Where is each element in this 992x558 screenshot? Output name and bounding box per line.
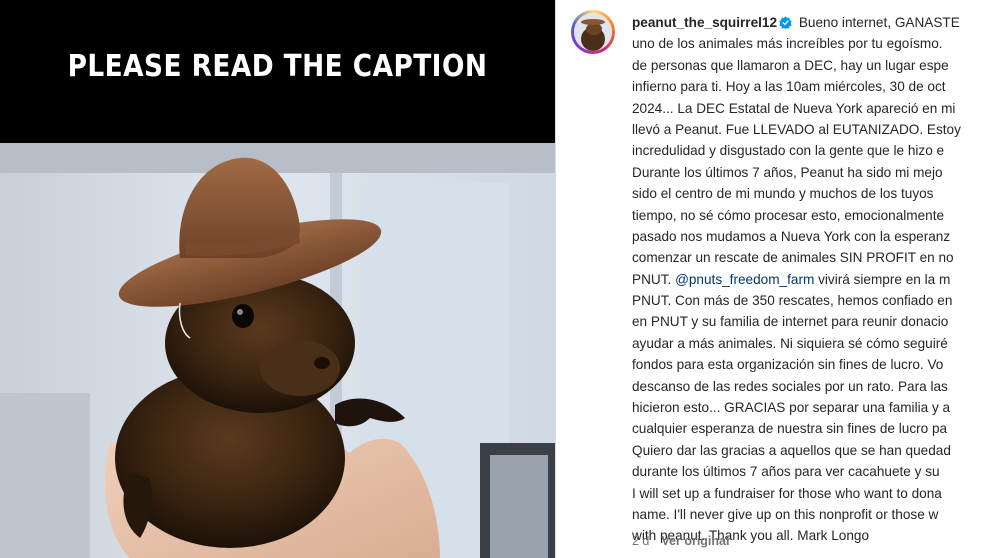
caption-line: name. I'll never give up on this nonprof… xyxy=(632,506,939,522)
post-footer: 2 d Ver original xyxy=(632,534,729,548)
banner-text: PLEASE READ THE CAPTION xyxy=(67,49,488,84)
see-original-button[interactable]: Ver original xyxy=(661,534,729,548)
caption-line: incredulidad y disgustado con la gente q… xyxy=(632,143,945,159)
caption-line: I will set up a fundraiser for those who… xyxy=(632,485,942,501)
caption-line: tiempo, no sé cómo procesar esto, emocio… xyxy=(632,207,945,223)
caption-line: hicieron esto... GRACIAS por separar una… xyxy=(632,400,951,416)
caption-line-0: peanut_the_squirrel12 Bueno internet, GA… xyxy=(632,12,992,33)
caption-line: pasado nos mudamos a Nueva York con la e… xyxy=(632,228,951,244)
post-timestamp[interactable]: 2 d xyxy=(632,534,649,548)
caption-line: en PNUT y su familia de internet para re… xyxy=(632,314,949,330)
caption-text: Bueno internet, GANASTE xyxy=(798,15,960,30)
caption-panel[interactable]: peanut_the_squirrel12 Bueno internet, GA… xyxy=(556,0,992,558)
caption-line: PNUT. Con más de 350 rescates, hemos con… xyxy=(632,293,953,309)
caption-line: llevó a Peanut. Fue LLEVADO al EUTANIZAD… xyxy=(632,121,961,137)
avatar[interactable] xyxy=(574,13,612,51)
caption-line: fondos para esta organización sin fines … xyxy=(632,357,944,373)
mention-suffix: vivirá siempre en la m xyxy=(814,271,951,287)
caption-line: durante los últimos 7 años para ver caca… xyxy=(632,464,940,480)
caption-line: comenzar un rescate de animales SIN PROF… xyxy=(632,250,954,266)
verified-badge-icon xyxy=(779,14,792,35)
caption-line: 2024... La DEC Estatal de Nueva York apa… xyxy=(632,100,956,116)
caption-line: ayudar a más animales. Ni siquiera sé có… xyxy=(632,335,948,351)
caption-line: infierno para ti. Hoy a las 10am miércol… xyxy=(632,79,946,95)
caption-line: de personas que llamaron a DEC, hay un l… xyxy=(632,57,949,73)
caption-banner: PLEASE READ THE CAPTION xyxy=(0,0,555,143)
caption-line: Durante los últimos 7 años, Peanut ha si… xyxy=(632,164,943,180)
username-link[interactable]: peanut_the_squirrel12 xyxy=(632,15,777,30)
caption-line: descanso de las redes sociales por un ra… xyxy=(632,378,948,394)
mention-prefix: PNUT. xyxy=(632,271,676,287)
caption-line: cualquier esperanza de nuestra sin fines… xyxy=(632,421,948,437)
caption-line: uno de los animales más increíbles por t… xyxy=(632,36,943,52)
avatar-image xyxy=(574,13,612,51)
caption-line-mention: PNUT. @pnuts_freedom_farm vivirá siempre… xyxy=(632,269,992,290)
caption-line: sido el centro de mi mundo y muchos de l… xyxy=(632,186,934,202)
caption-line: Quiero dar las gracias a aquellos que se… xyxy=(632,442,951,458)
post-media[interactable]: PLEASE READ THE CAPTION xyxy=(0,0,555,558)
story-ring[interactable] xyxy=(571,10,615,54)
post-caption: peanut_the_squirrel12 Bueno internet, GA… xyxy=(632,12,992,547)
mention-link[interactable]: @pnuts_freedom_farm xyxy=(675,272,814,287)
squirrel-photo xyxy=(0,143,555,558)
